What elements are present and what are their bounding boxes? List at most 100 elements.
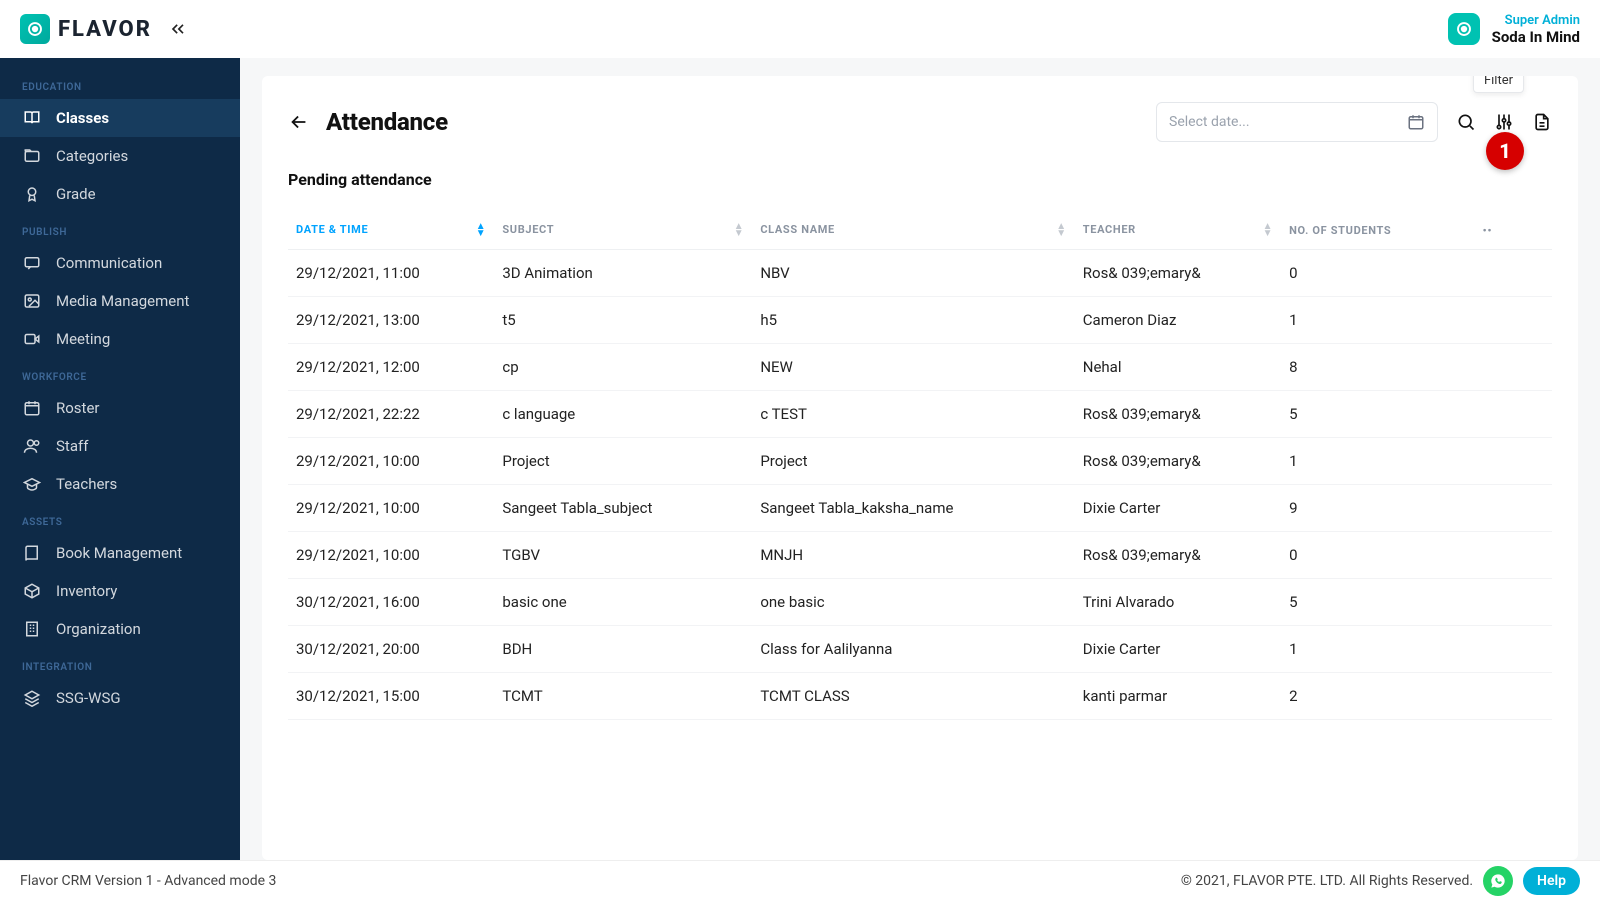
- table-row[interactable]: 30/12/2021, 15:00TCMTTCMT CLASSkanti par…: [288, 673, 1552, 720]
- cell-subject: t5: [494, 297, 752, 344]
- cell-count: 1: [1281, 297, 1474, 344]
- sidebar-item-classes[interactable]: Classes: [0, 99, 240, 137]
- sidebar-item-roster[interactable]: Roster: [0, 389, 240, 427]
- book-icon: [22, 544, 42, 562]
- cell-class: one basic: [752, 579, 1074, 626]
- cell-subject: TCMT: [494, 673, 752, 720]
- sidebar: EDUCATION Classes Categories Grade PUBLISHCo…: [0, 58, 240, 860]
- teacher-icon: [22, 475, 42, 493]
- cell-class: NBV: [752, 250, 1074, 297]
- cell-teacher: Ros& 039;emary&: [1075, 438, 1281, 485]
- cell-date: 29/12/2021, 12:00: [288, 344, 494, 391]
- sort-icon: ▲▼: [1263, 223, 1274, 237]
- cell-count: 1: [1281, 626, 1474, 673]
- table-row[interactable]: 29/12/2021, 10:00ProjectProjectRos& 039;…: [288, 438, 1552, 485]
- column-header: NO. OF STUDENTS: [1281, 211, 1474, 250]
- table-row[interactable]: 29/12/2021, 10:00Sangeet Tabla_subjectSa…: [288, 485, 1552, 532]
- sidebar-item-book-management[interactable]: Book Management: [0, 534, 240, 572]
- table-row[interactable]: 29/12/2021, 22:22c languagec TESTRos& 03…: [288, 391, 1552, 438]
- help-button[interactable]: Help: [1523, 867, 1580, 895]
- column-header[interactable]: CLASS NAME▲▼: [752, 211, 1074, 250]
- row-actions[interactable]: [1475, 438, 1552, 485]
- sidebar-item-label: Meeting: [56, 330, 110, 348]
- user-avatar-icon[interactable]: [1448, 13, 1480, 45]
- back-button[interactable]: [288, 111, 310, 133]
- footer-copyright: © 2021, FLAVOR PTE. LTD. All Rights Rese…: [1181, 873, 1473, 889]
- sidebar-item-teachers[interactable]: Teachers: [0, 465, 240, 503]
- row-actions[interactable]: [1475, 579, 1552, 626]
- row-actions[interactable]: [1475, 626, 1552, 673]
- cell-class: h5: [752, 297, 1074, 344]
- table-row[interactable]: 30/12/2021, 16:00basic oneone basicTrini…: [288, 579, 1552, 626]
- date-placeholder: Select date...: [1169, 114, 1250, 130]
- table-row[interactable]: 30/12/2021, 20:00BDHClass for Aalilyanna…: [288, 626, 1552, 673]
- layers-icon: [22, 689, 42, 707]
- cell-date: 30/12/2021, 20:00: [288, 626, 494, 673]
- row-actions[interactable]: [1475, 344, 1552, 391]
- cell-class: NEW: [752, 344, 1074, 391]
- cell-subject: TGBV: [494, 532, 752, 579]
- cell-date: 29/12/2021, 22:22: [288, 391, 494, 438]
- whatsapp-button[interactable]: [1483, 866, 1513, 896]
- footer-version: Flavor CRM Version 1 - Advanced mode 3: [20, 873, 276, 889]
- sidebar-item-inventory[interactable]: Inventory: [0, 572, 240, 610]
- sidebar-section-label: EDUCATION: [0, 68, 240, 99]
- cell-subject: c language: [494, 391, 752, 438]
- sidebar-collapse-button[interactable]: [168, 19, 188, 39]
- sidebar-item-label: SSG-WSG: [56, 689, 121, 707]
- user-name: Soda In Mind: [1492, 28, 1580, 46]
- table-row[interactable]: 29/12/2021, 11:003D AnimationNBVRos& 039…: [288, 250, 1552, 297]
- sidebar-item-label: Classes: [56, 109, 109, 127]
- row-actions[interactable]: [1475, 391, 1552, 438]
- sidebar-item-organization[interactable]: Organization: [0, 610, 240, 648]
- attendance-table: DATE & TIME▲▼SUBJECT▲▼CLASS NAME▲▼TEACHE…: [288, 211, 1552, 720]
- sidebar-item-categories[interactable]: Categories: [0, 137, 240, 175]
- users-icon: [22, 437, 42, 455]
- cell-count: 9: [1281, 485, 1474, 532]
- column-actions: ••: [1475, 211, 1552, 250]
- table-row[interactable]: 29/12/2021, 10:00TGBVMNJHRos& 039;emary&…: [288, 532, 1552, 579]
- table-row[interactable]: 29/12/2021, 12:00cpNEWNehal8: [288, 344, 1552, 391]
- export-button[interactable]: [1532, 112, 1552, 132]
- sidebar-item-meeting[interactable]: Meeting: [0, 320, 240, 358]
- filter-tooltip: Filter: [1473, 76, 1524, 93]
- sidebar-item-communication[interactable]: Communication: [0, 244, 240, 282]
- sort-icon: ▲▼: [1056, 223, 1067, 237]
- row-actions[interactable]: [1475, 297, 1552, 344]
- sidebar-section-label: INTEGRATION: [0, 648, 240, 679]
- row-actions[interactable]: [1475, 673, 1552, 720]
- column-header[interactable]: DATE & TIME▲▼: [288, 211, 494, 250]
- user-menu[interactable]: Super Admin Soda In Mind: [1492, 13, 1580, 46]
- row-actions[interactable]: [1475, 485, 1552, 532]
- sidebar-item-staff[interactable]: Staff: [0, 427, 240, 465]
- cell-class: Project: [752, 438, 1074, 485]
- cell-teacher: kanti parmar: [1075, 673, 1281, 720]
- annotation-badge: 1: [1486, 132, 1524, 170]
- filter-button[interactable]: [1494, 112, 1514, 132]
- row-actions[interactable]: [1475, 532, 1552, 579]
- brand-logo[interactable]: FLAVOR: [20, 14, 152, 44]
- date-picker[interactable]: Select date...: [1156, 102, 1438, 142]
- table-row[interactable]: 29/12/2021, 13:00t5h5Cameron Diaz1: [288, 297, 1552, 344]
- cell-count: 0: [1281, 532, 1474, 579]
- footer: Flavor CRM Version 1 - Advanced mode 3 ©…: [0, 860, 1600, 900]
- search-button[interactable]: [1456, 112, 1476, 132]
- cell-date: 29/12/2021, 13:00: [288, 297, 494, 344]
- row-actions[interactable]: [1475, 250, 1552, 297]
- sidebar-item-label: Grade: [56, 185, 96, 203]
- cell-teacher: Dixie Carter: [1075, 626, 1281, 673]
- folder-icon: [22, 147, 42, 165]
- sidebar-section-label: PUBLISH: [0, 213, 240, 244]
- sidebar-item-grade[interactable]: Grade: [0, 175, 240, 213]
- sidebar-item-ssg-wsg[interactable]: SSG-WSG: [0, 679, 240, 717]
- cell-date: 29/12/2021, 11:00: [288, 250, 494, 297]
- cell-count: 8: [1281, 344, 1474, 391]
- sidebar-item-label: Teachers: [56, 475, 117, 493]
- sidebar-item-media-management[interactable]: Media Management: [0, 282, 240, 320]
- column-header[interactable]: TEACHER▲▼: [1075, 211, 1281, 250]
- column-header[interactable]: SUBJECT▲▼: [494, 211, 752, 250]
- cell-subject: cp: [494, 344, 752, 391]
- message-icon: [22, 254, 42, 272]
- sort-icon: ▲▼: [734, 223, 745, 237]
- sidebar-item-label: Staff: [56, 437, 88, 455]
